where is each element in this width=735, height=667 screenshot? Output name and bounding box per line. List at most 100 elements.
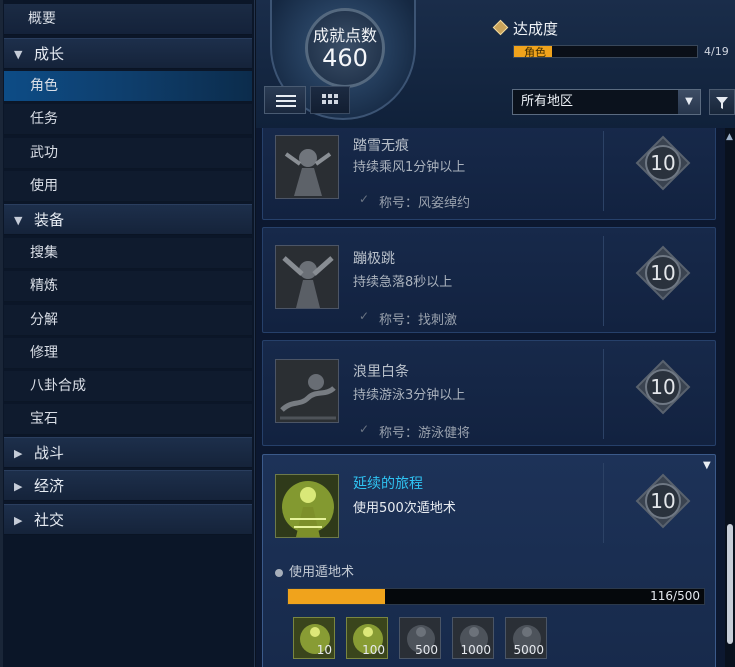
sidebar-item-label: 搜集 (30, 245, 58, 261)
sidebar-item-label: 角色 (30, 78, 58, 94)
sidebar-item-quest[interactable]: 任务 (4, 104, 252, 135)
sidebar-item-martial-arts[interactable]: 武功 (4, 138, 252, 169)
card-divider (603, 131, 604, 211)
completion-label: 达成度 (513, 20, 559, 38)
tier-label: 500 (415, 643, 438, 657)
sidebar-category-label: 装备 (34, 211, 65, 229)
achievement-card[interactable]: 踏雪无痕 持续乘风1分钟以上 ✓ 称号：风姿绰约 10 (262, 128, 716, 220)
sidebar-item-label: 宝石 (30, 411, 58, 427)
points-value: 460 (322, 44, 368, 72)
card-divider (603, 236, 604, 326)
sidebar-category-label: 成长 (34, 45, 65, 63)
sidebar-item-label: 修理 (30, 345, 58, 361)
achievement-list: 踏雪无痕 持续乘风1分钟以上 ✓ 称号：风姿绰约 10 蹦极跳 持续急落8秒以上… (256, 128, 726, 667)
sidebar-item-overview[interactable]: 概要 (4, 4, 252, 35)
achievement-name: 蹦极跳 (353, 251, 395, 267)
achievement-card[interactable]: 蹦极跳 持续急落8秒以上 ✓ 称号：找刺激 10 (262, 227, 716, 333)
sidebar-category-social[interactable]: ▶ 社交 (4, 504, 252, 535)
points-value: 10 (650, 151, 676, 175)
collapsed-arrow-icon: ▶ (14, 447, 23, 460)
sidebar-scroll-track[interactable] (0, 0, 3, 667)
points-value: 10 (650, 489, 676, 513)
points-badge: 10 (635, 245, 691, 301)
achievement-description: 持续急落8秒以上 (353, 275, 453, 290)
card-divider (603, 463, 604, 543)
tier-icon-locked[interactable]: 500 (399, 617, 441, 659)
achievement-icon (275, 359, 339, 423)
points-badge: 10 (635, 473, 691, 529)
tier-icon-unlocked[interactable]: 10 (293, 617, 335, 659)
tier-label: 10 (316, 643, 332, 657)
achievement-reward: 称号：游泳健将 (379, 426, 471, 441)
sidebar-category-label: 社交 (34, 511, 65, 529)
tier-label: 100 (362, 643, 385, 657)
progress-bar-fill (288, 589, 385, 604)
region-select-value: 所有地区 (521, 94, 574, 109)
tier-icon-unlocked[interactable]: 100 (346, 617, 388, 659)
sidebar-item-label: 精炼 (30, 278, 58, 294)
achievement-name: 延续的旅程 (353, 476, 423, 492)
sub-requirement: 使用遁地术 (275, 561, 354, 580)
check-icon: ✓ (359, 192, 370, 206)
category-sidebar: 概要 ▼ 成长 角色 任务 武功 使用 ▼ 装备 搜集 精炼 分解 修理 八卦合… (0, 0, 255, 667)
collapse-icon[interactable]: ▼ (703, 460, 711, 471)
filter-icon (716, 97, 728, 109)
completion-bar-label: 角色 (524, 46, 546, 59)
sidebar-item-usage[interactable]: 使用 (4, 171, 252, 202)
sidebar-item-bagua-synthesis[interactable]: 八卦合成 (4, 371, 252, 402)
sidebar-category-economy[interactable]: ▶ 经济 (4, 470, 252, 501)
sidebar-item-gems[interactable]: 宝石 (4, 404, 252, 435)
scroll-up-icon[interactable]: ▲ (726, 132, 734, 142)
scroll-thumb[interactable] (727, 524, 733, 644)
sidebar-item-collect[interactable]: 搜集 (4, 238, 252, 269)
expanded-arrow-icon: ▼ (14, 48, 23, 61)
filter-button[interactable] (709, 89, 735, 115)
expanded-arrow-icon: ▼ (14, 214, 23, 227)
tier-icon-locked[interactable]: 1000 (452, 617, 494, 659)
sidebar-category-equipment[interactable]: ▼ 装备 (4, 204, 252, 235)
sidebar-item-label: 武功 (30, 145, 58, 161)
points-value: 10 (650, 375, 676, 399)
chevron-down-icon[interactable]: ▼ (678, 90, 700, 114)
sidebar-item-repair[interactable]: 修理 (4, 338, 252, 369)
card-divider (603, 349, 604, 439)
check-icon: ✓ (359, 309, 370, 323)
achievement-card-expanded[interactable]: ▼ 延续的旅程 使用500次遁地术 10 使用遁地术 116/500 10 10… (262, 454, 716, 667)
sidebar-category-growth[interactable]: ▼ 成长 (4, 38, 252, 69)
grid-icon (334, 100, 338, 104)
sidebar-category-label: 战斗 (34, 444, 65, 462)
sidebar-item-disassemble[interactable]: 分解 (4, 305, 252, 336)
list-icon (276, 100, 296, 102)
collapsed-arrow-icon: ▶ (14, 514, 23, 527)
sidebar-category-combat[interactable]: ▶ 战斗 (4, 437, 252, 468)
achievement-icon (275, 474, 339, 538)
sidebar-item-label: 八卦合成 (30, 378, 86, 394)
check-icon: ✓ (359, 422, 370, 436)
achievement-card[interactable]: 浪里白条 持续游泳3分钟以上 ✓ 称号：游泳健将 10 (262, 340, 716, 446)
list-view-button[interactable] (264, 86, 306, 114)
list-scrollbar[interactable]: ▲ (725, 128, 735, 667)
region-select[interactable]: 所有地区 ▼ (512, 89, 701, 115)
achievement-icon (275, 135, 339, 199)
list-icon (276, 105, 296, 107)
sidebar-item-refine[interactable]: 精炼 (4, 271, 252, 302)
points-title: 成就点数 (312, 26, 377, 45)
points-value: 10 (650, 261, 676, 285)
points-badge: 10 (635, 359, 691, 415)
sidebar-category-label: 经济 (34, 477, 65, 495)
achievement-description: 使用500次遁地术 (353, 501, 456, 516)
points-badge: 10 (635, 135, 691, 191)
sidebar-item-character[interactable]: 角色 (4, 71, 252, 102)
achievement-description: 持续乘风1分钟以上 (353, 160, 466, 175)
collapsed-arrow-icon: ▶ (14, 480, 23, 493)
tier-icon-locked[interactable]: 5000 (505, 617, 547, 659)
list-icon (276, 95, 296, 97)
grid-icon (328, 94, 332, 98)
sidebar-item-label: 概要 (28, 11, 56, 27)
tier-label: 5000 (513, 643, 544, 657)
achievement-header: 成就点数 460 达成度 角色 4/19 所有地区 ▼ (256, 0, 735, 128)
grid-view-button[interactable] (310, 86, 350, 114)
grid-icon (322, 100, 326, 104)
achievement-name: 踏雪无痕 (353, 138, 409, 154)
completion-bar: 角色 (513, 45, 698, 59)
